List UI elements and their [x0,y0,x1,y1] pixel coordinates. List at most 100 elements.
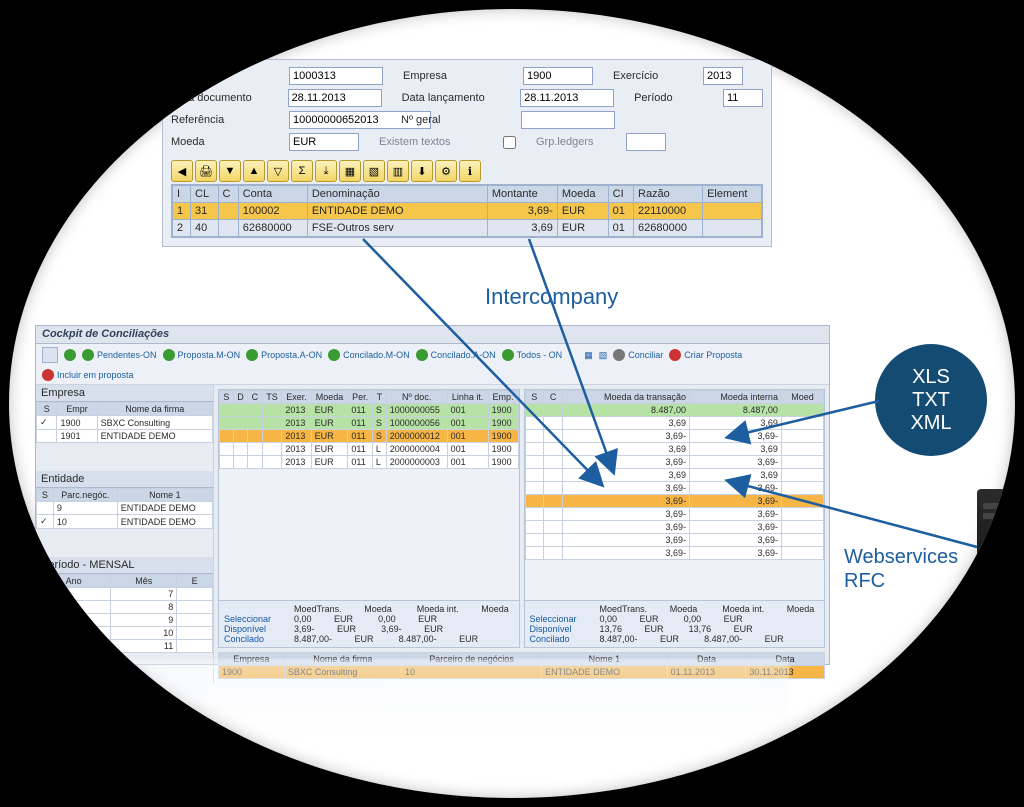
col-element[interactable]: Element [703,186,762,203]
trans-right-row[interactable]: 3,69-3,69- [525,534,824,547]
tb-sheet-icon[interactable]: ▧ [363,160,385,182]
btn-criar-proposta[interactable]: Criar Proposta [669,349,742,361]
btn-view2-icon[interactable]: ▧ [599,350,608,361]
tb-info-icon[interactable]: ℹ [459,160,481,182]
lbl-doc-date: Data documento [171,92,288,104]
btn-pending[interactable]: Pendentes-ON [82,349,157,361]
lbl-fiscal-no: Nº geral [401,114,521,126]
lbl-reference: Referência [171,114,289,126]
periodo-grid[interactable]: Ano Mês E 201372013820139201310201311 [36,574,213,653]
tb-sort-desc-icon[interactable]: ▽ [267,160,289,182]
col-ci[interactable]: CI [608,186,633,203]
entidade-grid[interactable]: S Parc.negóc. Nome 1 9ENTIDADE DEMO✓10EN… [36,488,213,529]
file-formats-badge: XLS TXT XML [875,344,987,456]
doc-lines-grid[interactable]: I CL C Conta Denominação Montante Moeda … [171,184,763,238]
tb-back-icon[interactable]: ◀ [171,160,193,182]
format-xml: XML [910,412,951,435]
field-fiscal-no[interactable] [521,111,615,129]
periodo-row[interactable]: 20137 [37,588,213,601]
col-name[interactable]: Denominação [307,186,487,203]
transactions-right-grid[interactable]: S C Moeda da transação Moeda interna Moe… [525,390,825,600]
panel-periodo-title: Período - MENSAL [36,557,213,574]
btn-view1-icon[interactable]: ▦ [584,350,593,361]
tb-settings-icon[interactable]: ⚙ [435,160,457,182]
tb-columns-icon[interactable]: ▥ [387,160,409,182]
trans-right-row[interactable]: 3,69-3,69- [525,430,824,443]
server-icon [977,489,1015,609]
reconciliation-cockpit: Cockpit de Conciliações Pendentes-ON Pro… [35,325,830,665]
field-doc-date[interactable] [288,89,382,107]
btn-refresh-icon[interactable] [64,349,76,361]
btn-concil-a[interactable]: Concilado.A-ON [416,349,496,361]
periodo-row[interactable]: 20138 [37,601,213,614]
tb-sum-icon[interactable]: Σ [291,160,313,182]
tb-square-icon[interactable] [42,347,58,363]
col-amount[interactable]: Montante [487,186,557,203]
btn-proposta-m[interactable]: Proposta.M-ON [163,349,241,361]
field-company[interactable] [523,67,593,85]
intercompany-label: Intercompany [485,284,618,310]
tb-excel-icon[interactable]: ⬇ [411,160,433,182]
left-totals: MoedTrans. Moeda Moeda int. Moeda Selecc… [219,600,519,647]
trans-right-row[interactable]: 8.487,008.487,00 [525,404,824,417]
trans-right-row[interactable]: 3,69-3,69- [525,495,824,508]
trans-right-row[interactable]: 3,69-3,69- [525,547,824,560]
doc-toolbar: ◀ 🖨 ▼ ▲ ▽ Σ ⤓ ▦ ▧ ▥ ⬇ ⚙ ℹ [171,160,763,182]
col-razao[interactable]: Razão [634,186,703,203]
field-posting-date[interactable] [520,89,614,107]
trans-right-row[interactable]: 3,69-3,69- [525,508,824,521]
trans-right-row[interactable]: 3,693,69 [525,443,824,456]
cockpit-toolbar: Pendentes-ON Proposta.M-ON Proposta.A-ON… [36,344,829,385]
trans-right-row[interactable]: 3,69-3,69- [525,521,824,534]
trans-right-row[interactable]: 3,693,69 [525,417,824,430]
field-period[interactable] [723,89,763,107]
check-texts-exist[interactable] [503,136,516,149]
doc-line-row[interactable]: 24062680000FSE-Outros serv3,69EUR0162680… [173,220,762,237]
entidade-row[interactable]: 9ENTIDADE DEMO [37,502,213,515]
trans-left-row[interactable]: 2013EUR011S10000000560011900 [220,417,519,430]
tb-export-icon[interactable]: ⤓ [315,160,337,182]
trans-right-row[interactable]: 3,69-3,69- [525,482,824,495]
col-curr[interactable]: Moeda [557,186,608,203]
field-fiscal-year[interactable] [703,67,743,85]
transactions-left-grid[interactable]: S D C TS Exer. Moeda Per. T Nº doc. Linh… [219,390,519,600]
btn-concil-m[interactable]: Concilado.M-ON [328,349,410,361]
empresa-grid[interactable]: S Empr Nome da firma ✓1900SBXC Consultin… [36,402,213,443]
lbl-posting-date: Data lançamento [402,92,521,104]
empresa-row[interactable]: 1901ENTIDADE DEMO [37,430,213,443]
webservices-label: Webservices RFC [844,545,958,593]
btn-conciliar[interactable]: Conciliar [613,349,663,361]
col-c[interactable]: C [218,186,238,203]
btn-proposta-a[interactable]: Proposta.A-ON [246,349,322,361]
col-i[interactable]: I [173,186,191,203]
tb-sort-asc-icon[interactable]: ▲ [243,160,265,182]
tb-print-icon[interactable]: 🖨 [195,160,217,182]
trans-left-row[interactable]: 2013EUR011S10000000550011900 [220,404,519,417]
periodo-row[interactable]: 201310 [37,627,213,640]
panel-entidade-title: Entidade [36,471,213,488]
transactions-right-pane: S C Moeda da transação Moeda interna Moe… [524,389,826,648]
field-doc-no[interactable] [289,67,383,85]
periodo-row[interactable]: 201311 [37,640,213,653]
field-currency[interactable] [289,133,359,151]
lbl-currency: Moeda [171,136,289,148]
cockpit-title: Cockpit de Conciliações [36,326,829,344]
trans-left-row[interactable]: 2013EUR011L20000000030011900 [220,456,519,469]
transactions-left-pane: S D C TS Exer. Moeda Per. T Nº doc. Linh… [218,389,520,648]
trans-left-row[interactable]: 2013EUR011S20000000120011900 [220,430,519,443]
col-cl[interactable]: CL [191,186,219,203]
btn-todos[interactable]: Todos - ON [502,349,563,361]
field-grpledgers[interactable] [626,133,666,151]
tb-grid-icon[interactable]: ▦ [339,160,361,182]
periodo-row[interactable]: 20139 [37,614,213,627]
trans-right-row[interactable]: 3,69-3,69- [525,456,824,469]
trans-left-row[interactable]: 2013EUR011L20000000040011900 [220,443,519,456]
trans-right-row[interactable]: 3,693,69 [525,469,824,482]
lbl-doc-no: Documento [171,70,289,82]
btn-incluir[interactable]: Incluir em proposta [42,369,134,381]
doc-line-row[interactable]: 131100002ENTIDADE DEMO3,69-EUR0122110000 [173,203,762,220]
empresa-row[interactable]: ✓1900SBXC Consulting [37,416,213,430]
tb-filter-icon[interactable]: ▼ [219,160,241,182]
entidade-row[interactable]: ✓10ENTIDADE DEMO [37,515,213,529]
col-account[interactable]: Conta [238,186,307,203]
